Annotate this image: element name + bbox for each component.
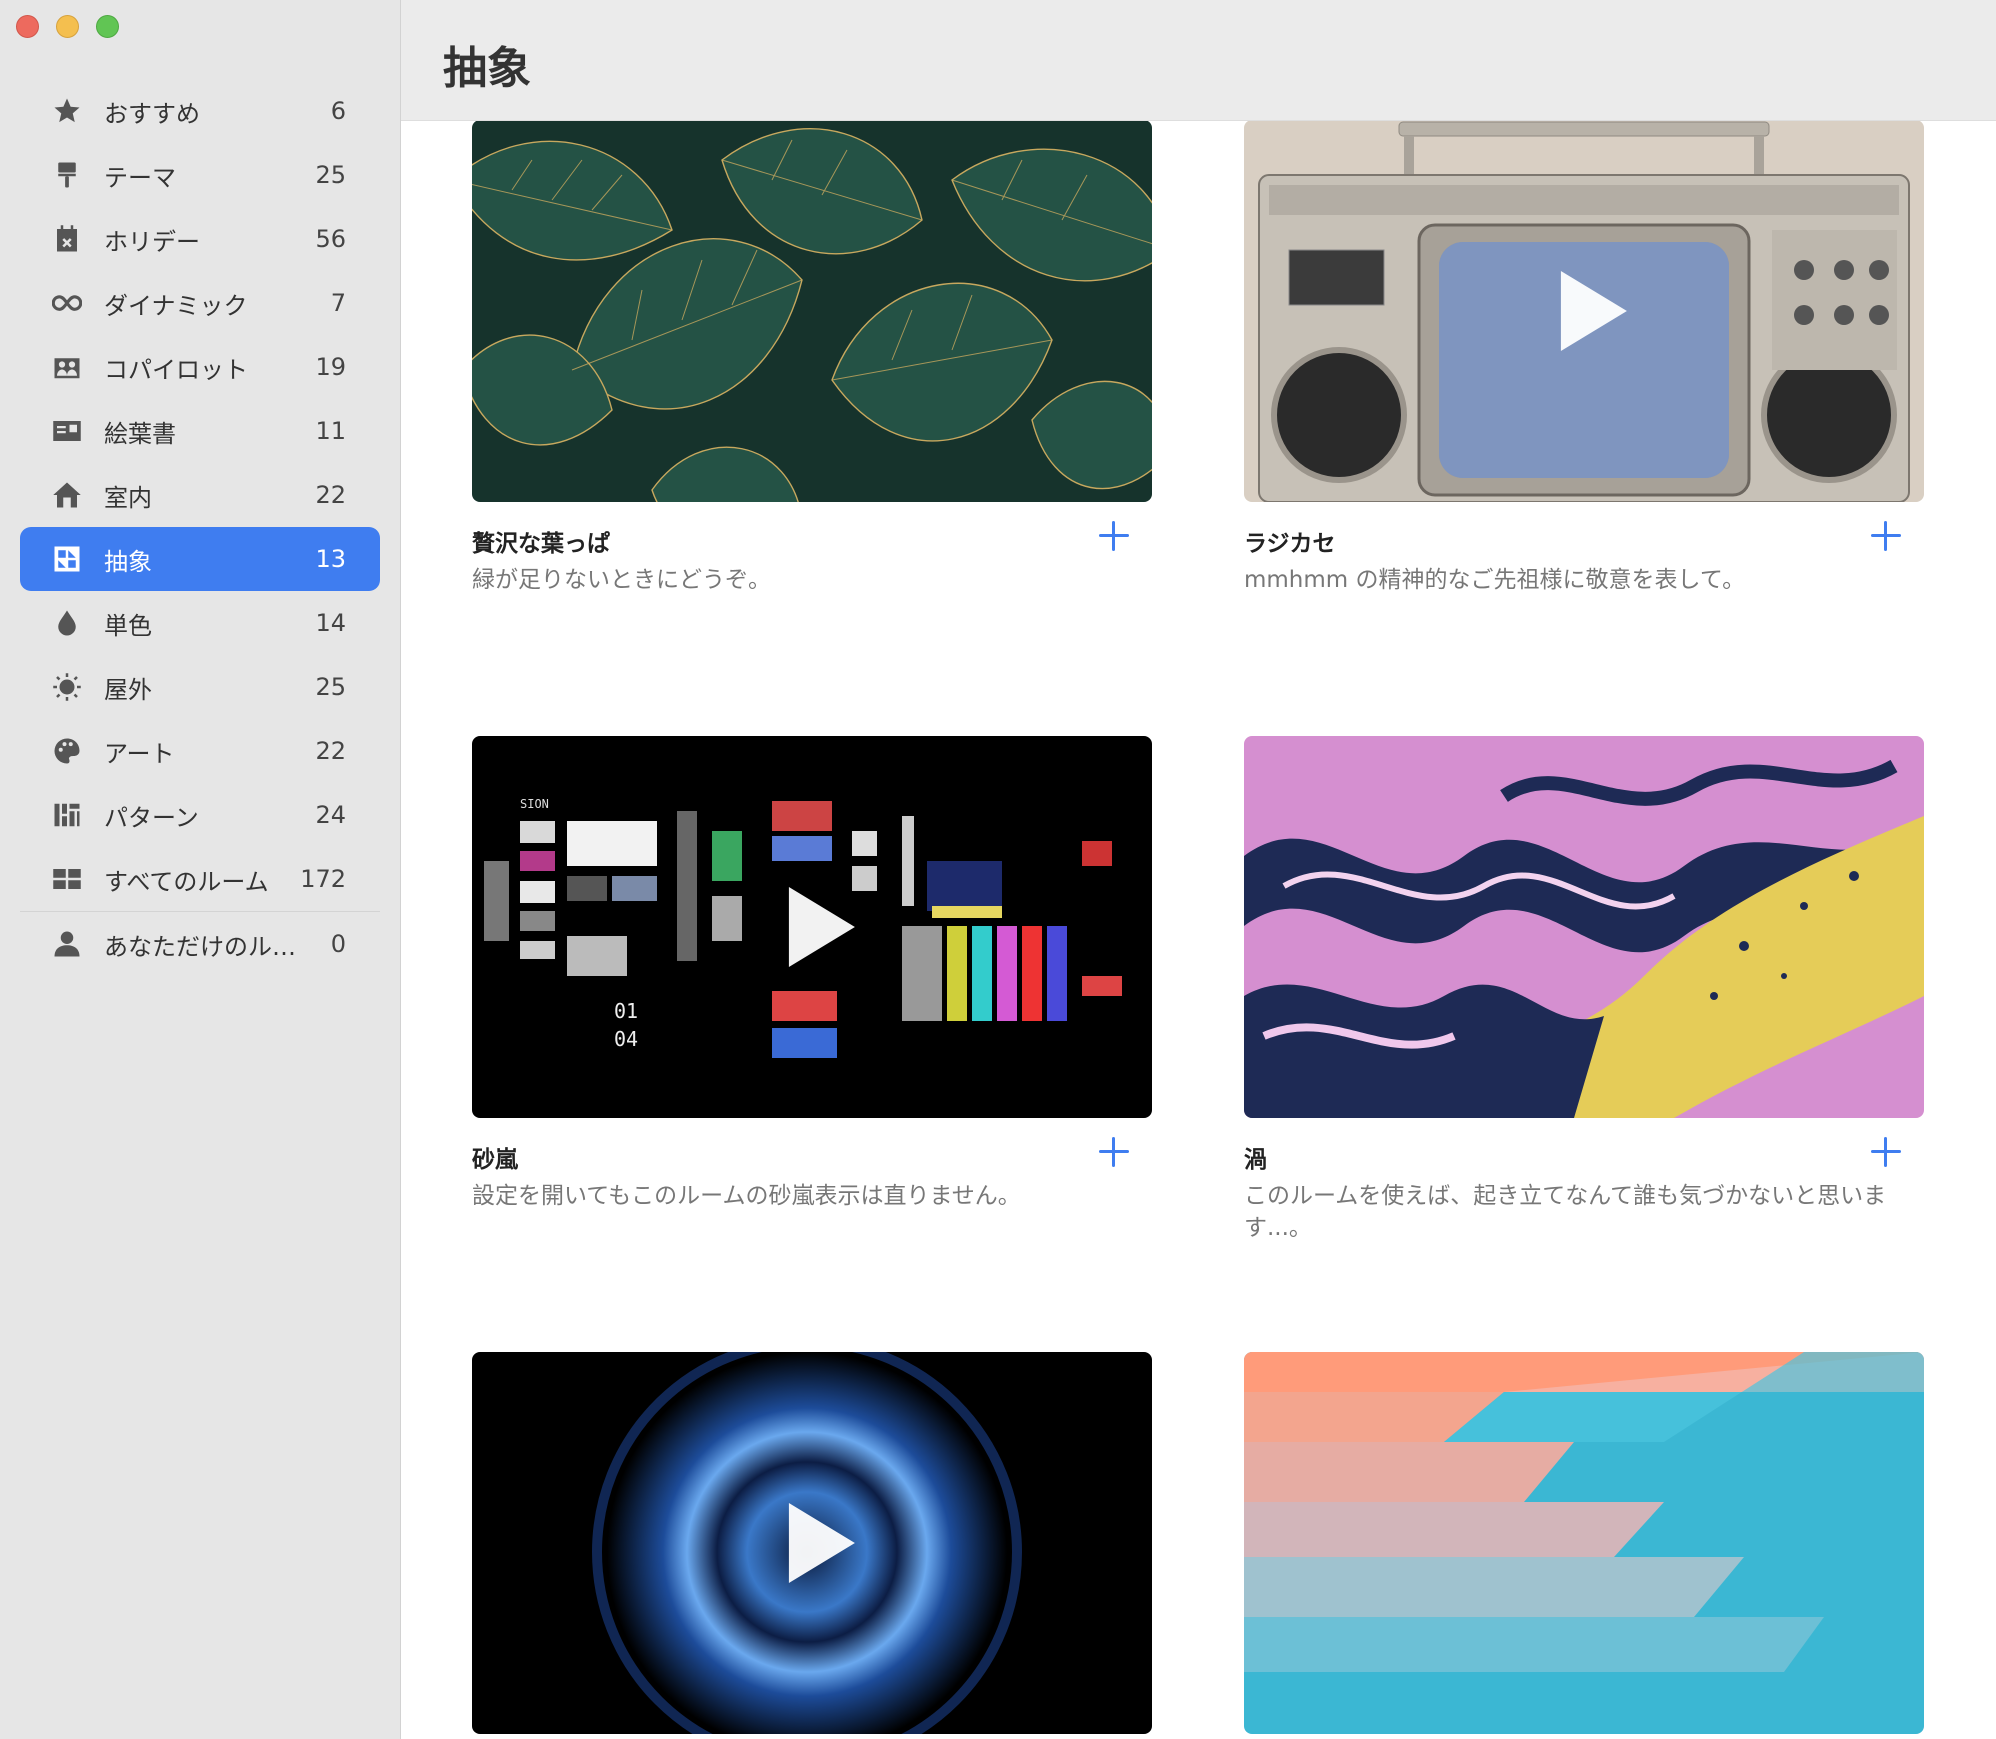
drop-icon [52, 608, 82, 638]
sidebar-item-theme[interactable]: テーマ 25 [20, 143, 380, 207]
header: 抽象 [401, 0, 1996, 121]
sidebar-item-label: アート [104, 739, 175, 768]
room-description: このルームを使えば、起き立てなんて誰も気づかないと思います...。 [1244, 1183, 1887, 1241]
sidebar-item-count: 172 [300, 865, 346, 893]
sidebar-item-label: 室内 [104, 483, 152, 512]
sidebar-item-count: 22 [315, 481, 346, 509]
zoom-window-button[interactable] [96, 15, 119, 38]
room-thumbnail[interactable] [1244, 736, 1924, 1118]
sidebar-item-copilot[interactable]: コパイロット 19 [20, 335, 380, 399]
sidebar-item-label: すべてのルーム [104, 867, 269, 896]
sidebar-item-count: 7 [330, 289, 346, 317]
leaves-thumbnail-image [472, 120, 1152, 502]
sidebar-item-count: 13 [315, 545, 346, 573]
room-title: 砂嵐 [472, 1147, 518, 1173]
room-card-swirl[interactable]: 渦 このルームを使えば、起き立てなんて誰も気づかないと思います...。 [1244, 736, 1924, 1241]
room-thumbnail[interactable] [472, 120, 1152, 502]
calendar-icon [52, 224, 82, 254]
sidebar-item-count: 0 [330, 930, 346, 958]
room-card-boombox[interactable]: ラジカセ mmhmm の精神的なご先祖様に敬意を表して。 [1244, 120, 1924, 593]
page-title: 抽象 [443, 43, 531, 94]
minimize-window-button[interactable] [56, 15, 79, 38]
sidebar-item-my-rooms[interactable]: あなただけのル… 0 [20, 912, 380, 976]
room-card-layers[interactable] [1244, 1352, 1924, 1734]
sidebar: おすすめ 6 テーマ 25 ホリデー 56 ダイナミック 7 コパイロット 19… [0, 0, 401, 1739]
layers-thumbnail-image [1244, 1352, 1924, 1734]
sidebar-item-solid-color[interactable]: 単色 14 [20, 591, 380, 655]
sidebar-item-label: 屋外 [104, 675, 152, 704]
svg-text:01: 01 [614, 999, 638, 1023]
sidebar-item-pattern[interactable]: パターン 24 [20, 783, 380, 847]
sidebar-item-label: ダイナミック [104, 291, 248, 320]
sidebar-item-count: 56 [315, 225, 346, 253]
room-thumbnail[interactable] [1244, 1352, 1924, 1734]
room-card-luxurious-leaves[interactable]: 贅沢な葉っぱ 緑が足りないときにどうぞ。 [472, 120, 1152, 593]
palette-icon [52, 736, 82, 766]
sidebar-item-label: あなただけのル… [104, 932, 296, 961]
sidebar-item-count: 11 [315, 417, 346, 445]
room-thumbnail[interactable] [472, 1352, 1152, 1734]
room-card-static[interactable]: SION 01 04 砂嵐 設定を開いてもこのルームの砂嵐表示は直りません。 [472, 736, 1152, 1209]
person-icon [52, 929, 82, 959]
close-window-button[interactable] [16, 15, 39, 38]
add-room-button[interactable] [1868, 1134, 1904, 1170]
add-room-button[interactable] [1868, 518, 1904, 554]
sidebar-item-abstract[interactable]: 抽象 13 [20, 527, 380, 591]
room-description: 緑が足りないときにどうぞ。 [472, 567, 771, 593]
svg-text:04: 04 [614, 1027, 638, 1051]
play-icon [788, 887, 855, 967]
room-description: mmhmm の精神的なご先祖様に敬意を表して。 [1244, 567, 1746, 593]
sidebar-item-count: 25 [315, 161, 346, 189]
people-icon [52, 352, 82, 382]
sidebar-item-count: 19 [315, 353, 346, 381]
sidebar-item-outdoor[interactable]: 屋外 25 [20, 655, 380, 719]
room-title: 渦 [1244, 1147, 1267, 1173]
room-thumbnail[interactable]: SION 01 04 [472, 736, 1152, 1118]
room-grid: 贅沢な葉っぱ 緑が足りないときにどうぞ。 ラジカセ mmhmm の精神的なご先祖… [401, 120, 1996, 1739]
sidebar-item-all-rooms[interactable]: すべてのルーム 172 [20, 847, 380, 911]
paint-roller-icon [52, 160, 82, 190]
play-icon [788, 1503, 855, 1583]
room-title: 贅沢な葉っぱ [472, 531, 610, 557]
sun-icon [52, 672, 82, 702]
sidebar-item-count: 22 [315, 737, 346, 765]
sidebar-item-recommended[interactable]: おすすめ 6 [20, 79, 380, 143]
svg-text:SION: SION [520, 797, 549, 811]
abstract-icon [52, 544, 82, 574]
sidebar-item-art[interactable]: アート 22 [20, 719, 380, 783]
sidebar-item-count: 6 [330, 97, 346, 125]
sidebar-item-label: パターン [104, 803, 199, 832]
grid-icon [52, 864, 82, 894]
room-thumbnail[interactable] [1244, 120, 1924, 502]
add-room-button[interactable] [1096, 518, 1132, 554]
house-icon [52, 480, 82, 510]
room-title: ラジカセ [1244, 531, 1336, 557]
sidebar-item-label: 単色 [104, 611, 152, 640]
star-icon [52, 96, 82, 126]
play-icon [1560, 271, 1627, 351]
sidebar-item-indoor[interactable]: 室内 22 [20, 463, 380, 527]
pattern-icon [52, 800, 82, 830]
infinity-icon [52, 288, 82, 318]
sidebar-item-label: 絵葉書 [104, 419, 176, 448]
room-description: 設定を開いてもこのルームの砂嵐表示は直りません。 [472, 1183, 1021, 1209]
sidebar-item-label: テーマ [104, 163, 176, 192]
sidebar-item-holiday[interactable]: ホリデー 56 [20, 207, 380, 271]
swirl-thumbnail-image [1244, 736, 1924, 1118]
sidebar-item-label: コパイロット [104, 355, 248, 384]
sidebar-item-label: おすすめ [104, 99, 200, 128]
add-room-button[interactable] [1096, 1134, 1132, 1170]
sidebar-item-postcard[interactable]: 絵葉書 11 [20, 399, 380, 463]
sidebar-item-count: 14 [315, 609, 346, 637]
sidebar-item-label: ホリデー [104, 227, 200, 256]
postcard-icon [52, 416, 82, 446]
sidebar-item-label: 抽象 [104, 547, 152, 576]
room-card-blue-ring[interactable] [472, 1352, 1152, 1734]
category-list: おすすめ 6 テーマ 25 ホリデー 56 ダイナミック 7 コパイロット 19… [20, 79, 380, 976]
sidebar-item-count: 24 [315, 801, 346, 829]
sidebar-item-dynamic[interactable]: ダイナミック 7 [20, 271, 380, 335]
sidebar-item-count: 25 [315, 673, 346, 701]
